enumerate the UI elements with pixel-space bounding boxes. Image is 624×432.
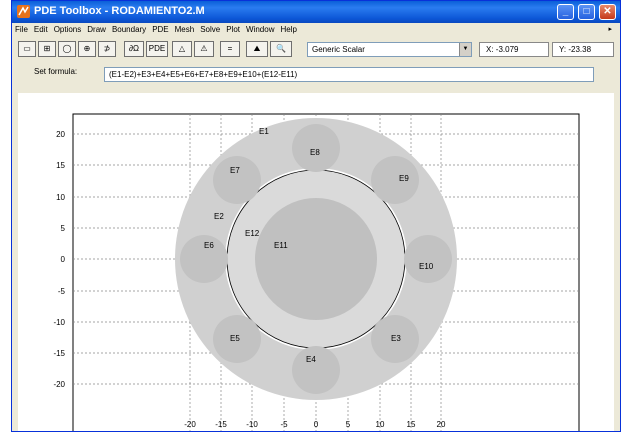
draw-polygon-icon[interactable]: ⊅ [98,41,116,57]
x-tick-label: -5 [280,420,288,429]
y-tick-label: -5 [58,287,66,296]
boundary-mode-icon[interactable]: ∂Ω [124,41,144,57]
menu-boundary[interactable]: Boundary [109,23,149,37]
matlab-logo-icon [17,5,30,18]
x-tick-label: -15 [215,420,227,429]
region-e9-ball[interactable] [371,156,419,204]
chevron-down-icon[interactable]: ▼ [459,43,471,56]
y-axis-ticks: 20 15 10 5 0 -5 -10 -15 -20 [53,130,65,389]
label-e4: E4 [306,355,316,364]
label-e10: E10 [419,262,434,271]
y-tick-label: 20 [56,130,65,139]
label-e8: E8 [310,148,320,157]
x-tick-label: -10 [246,420,258,429]
draw-centered-rectangle-icon[interactable]: ⊞ [38,41,56,57]
y-tick-label: -10 [53,318,65,327]
application-mode-select[interactable]: Generic Scalar ▼ [307,42,472,57]
region-e4-ball[interactable] [292,346,340,394]
x-tick-label: 15 [407,420,416,429]
label-e12: E12 [245,229,260,238]
label-e2: E2 [214,212,224,221]
x-coordinate-readout: X: -3.079 [479,42,549,57]
label-e3: E3 [391,334,401,343]
y-tick-label: 10 [56,193,65,202]
label-e1: E1 [259,127,269,136]
label-e7: E7 [230,166,240,175]
title-bar[interactable]: PDE Toolbox - RODAMIENTO2.M _ □ ✕ [12,1,620,23]
y-coordinate-readout: Y: -23.38 [552,42,614,57]
set-formula-label: Set formula: [34,67,78,76]
zoom-icon[interactable]: 🔍 [270,41,292,57]
menu-file[interactable]: File [12,23,31,37]
menu-bar: File Edit Options Draw Boundary PDE Mesh Solve P… [12,23,620,37]
x-tick-label: 0 [314,420,319,429]
region-e7-ball[interactable] [213,156,261,204]
window-title: PDE Toolbox - RODAMIENTO2.M [34,5,205,17]
menu-options[interactable]: Options [51,23,85,37]
toolbar: ▭ ⊞ ◯ ⊕ ⊅ ∂Ω PDE △ ⚠ = ⛰ 🔍 Generic Scala… [12,39,620,61]
region-e11-inner-disk[interactable] [255,198,377,320]
y-tick-label: -20 [53,380,65,389]
menu-window[interactable]: Window [243,23,277,37]
x-axis-ticks: -20 -15 -10 -5 0 5 10 15 20 [184,420,446,429]
refine-mesh-icon[interactable]: ⚠ [194,41,214,57]
y-tick-label: 0 [61,255,66,264]
minimize-button[interactable]: _ [557,4,574,20]
menu-solve[interactable]: Solve [197,23,223,37]
y-tick-label: 5 [61,224,66,233]
label-e11: E11 [274,241,288,250]
close-button[interactable]: ✕ [599,4,616,20]
x-tick-label: 10 [376,420,385,429]
label-e5: E5 [230,334,240,343]
formula-bar: Set formula: (E1-E2)+E3+E4+E5+E6+E7+E8+E… [12,63,620,87]
menu-draw[interactable]: Draw [84,23,109,37]
draw-ellipse-icon[interactable]: ◯ [58,41,76,57]
y-tick-label: -15 [53,349,65,358]
menu-pde[interactable]: PDE [149,23,171,37]
label-e6: E6 [204,241,214,250]
label-e9: E9 [399,174,409,183]
set-formula-input[interactable]: (E1-E2)+E3+E4+E5+E6+E7+E8+E9+E10+(E12-E1… [104,67,594,82]
initialize-mesh-icon[interactable]: △ [172,41,192,57]
region-e10-ball[interactable] [404,235,452,283]
geometry-axes[interactable]: E1 E8 E7 E9 E2 E12 E11 E6 E10 E5 E3 E4 2… [18,93,614,432]
draw-centered-ellipse-icon[interactable]: ⊕ [78,41,96,57]
menu-overflow-arrow-icon[interactable]: ▸ [608,25,612,33]
x-tick-label: 20 [437,420,446,429]
x-tick-label: 5 [346,420,351,429]
geometry-canvas[interactable]: E1 E8 E7 E9 E2 E12 E11 E6 E10 E5 E3 E4 2… [18,93,614,432]
x-tick-label: -20 [184,420,196,429]
draw-rectangle-icon[interactable]: ▭ [18,41,36,57]
application-mode-value: Generic Scalar [312,45,365,54]
menu-edit[interactable]: Edit [31,23,51,37]
pde-toolbox-window: PDE Toolbox - RODAMIENTO2.M _ □ ✕ File Ed… [11,0,621,432]
menu-plot[interactable]: Plot [223,23,243,37]
menu-help[interactable]: Help [277,23,299,37]
solve-pde-icon[interactable]: = [220,41,240,57]
maximize-button[interactable]: □ [578,4,595,20]
menu-mesh[interactable]: Mesh [172,23,198,37]
plot-solution-icon[interactable]: ⛰ [246,41,268,57]
y-tick-label: 15 [56,161,65,170]
pde-specification-icon[interactable]: PDE [146,41,168,57]
